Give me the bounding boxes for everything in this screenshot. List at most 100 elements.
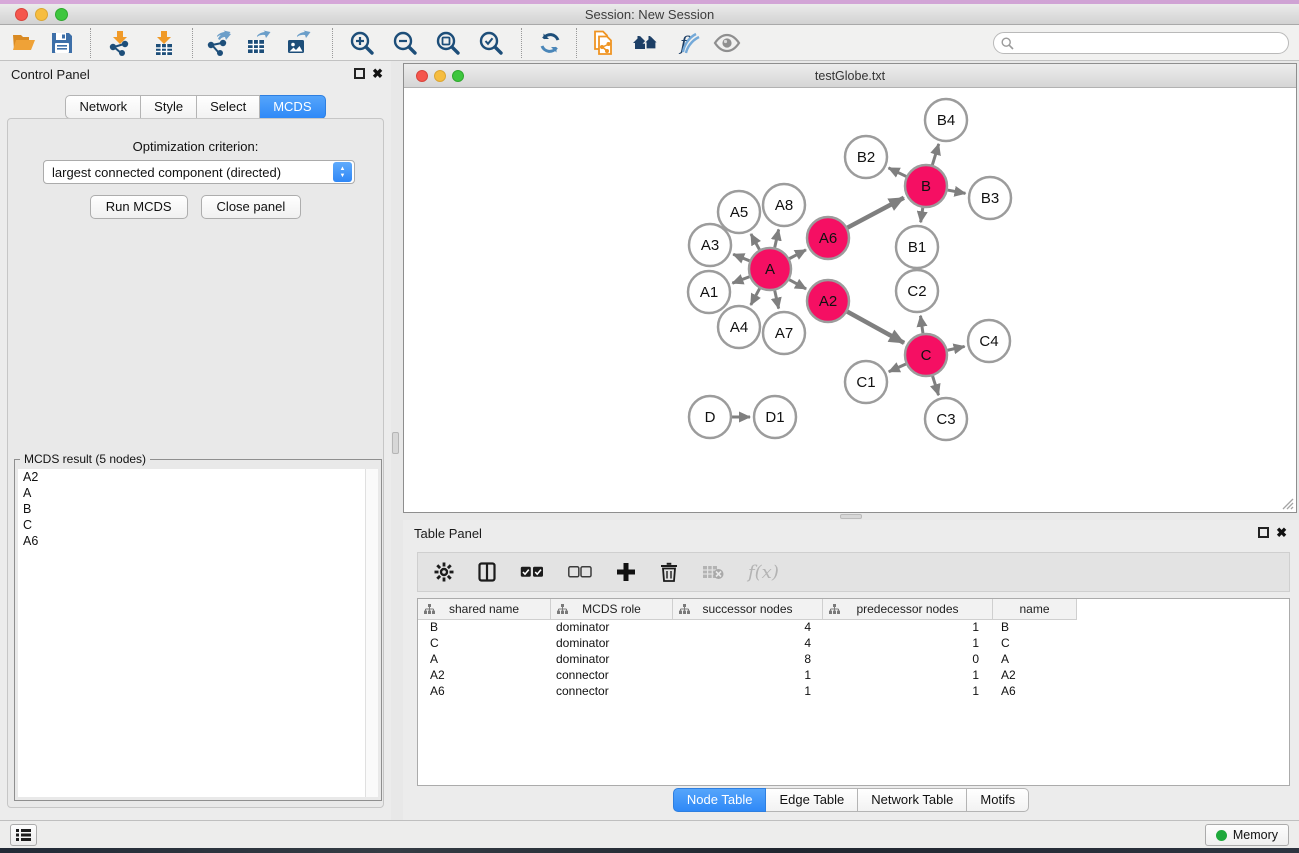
table-cell[interactable]: 0 <box>823 652 993 668</box>
edge-B-B2[interactable] <box>889 168 907 177</box>
table-cell[interactable]: 1 <box>823 636 993 652</box>
edge-B-B1[interactable] <box>921 208 923 223</box>
table-cell[interactable]: dominator <box>551 620 673 636</box>
edge-B-B3[interactable] <box>948 190 966 193</box>
edge-A-A2[interactable] <box>789 280 806 289</box>
memory-button[interactable]: Memory <box>1205 824 1289 846</box>
table-row[interactable]: Adominator80A <box>418 652 1289 668</box>
zoom-in-icon[interactable] <box>348 29 376 57</box>
save-session-icon[interactable] <box>48 29 76 57</box>
table-cell[interactable]: C <box>993 636 1077 652</box>
column-header-MCDS-role[interactable]: MCDS role <box>551 599 673 620</box>
table-cell[interactable]: A6 <box>993 684 1077 700</box>
table-cell[interactable]: 1 <box>673 684 823 700</box>
edge-C-C1[interactable] <box>889 364 906 372</box>
column-header-predecessor-nodes[interactable]: predecessor nodes <box>823 599 993 620</box>
column-header-shared-name[interactable]: shared name <box>418 599 551 620</box>
table-row[interactable]: A2connector11A2 <box>418 668 1289 684</box>
table-cell[interactable]: 1 <box>823 684 993 700</box>
deselect-all-icon[interactable] <box>568 559 592 585</box>
result-list-item[interactable]: A6 <box>18 533 378 549</box>
table-cell[interactable]: 8 <box>673 652 823 668</box>
import-network-icon[interactable] <box>106 29 134 57</box>
edge-A-A7[interactable] <box>775 290 779 308</box>
column-visibility-icon[interactable] <box>478 559 496 585</box>
toggle-visibility-icon[interactable] <box>713 29 741 57</box>
table-cell[interactable]: 4 <box>673 636 823 652</box>
tab-motifs[interactable]: Motifs <box>967 788 1029 812</box>
zoom-out-icon[interactable] <box>391 29 419 57</box>
edge-C-C2[interactable] <box>920 316 922 333</box>
tab-node-table[interactable]: Node Table <box>673 788 767 812</box>
close-table-panel-icon[interactable]: ✖ <box>1276 525 1287 541</box>
result-list-item[interactable]: C <box>18 517 378 533</box>
edge-A-A5[interactable] <box>751 234 760 250</box>
table-cell[interactable]: connector <box>551 668 673 684</box>
open-session-icon[interactable] <box>10 29 38 57</box>
edge-A-A6[interactable] <box>789 250 806 259</box>
table-cell[interactable]: A <box>418 652 551 668</box>
vertical-divider-handle[interactable] <box>392 432 399 454</box>
select-all-icon[interactable] <box>520 559 544 585</box>
column-header-name[interactable]: name <box>993 599 1077 620</box>
table-cell[interactable]: 1 <box>673 668 823 684</box>
run-mcds-button[interactable]: Run MCDS <box>90 195 188 219</box>
tab-network[interactable]: Network <box>65 95 141 119</box>
node-table[interactable]: shared nameMCDS rolesuccessor nodesprede… <box>417 598 1290 786</box>
table-cell[interactable]: connector <box>551 684 673 700</box>
result-list-item[interactable]: A <box>18 485 378 501</box>
tab-mcds[interactable]: MCDS <box>260 95 325 119</box>
edge-B-B4[interactable] <box>932 144 938 165</box>
show-networks-icon[interactable] <box>632 29 660 57</box>
zoom-fit-icon[interactable] <box>434 29 462 57</box>
table-cell[interactable]: 1 <box>823 620 993 636</box>
function-builder-icon[interactable]: f(x) <box>748 559 779 585</box>
edge-A-A3[interactable] <box>733 254 749 261</box>
network-window-titlebar[interactable]: testGlobe.txt <box>404 64 1296 88</box>
table-row[interactable]: Bdominator41B <box>418 620 1289 636</box>
table-cell[interactable]: B <box>993 620 1077 636</box>
result-scrollbar[interactable] <box>365 469 378 797</box>
edge-A-A1[interactable] <box>732 277 749 283</box>
tab-edge-table[interactable]: Edge Table <box>766 788 858 812</box>
delete-column-icon[interactable] <box>660 559 678 585</box>
close-panel-icon[interactable]: ✖ <box>372 66 383 82</box>
table-cell[interactable]: C <box>418 636 551 652</box>
float-table-panel-icon[interactable] <box>1258 527 1269 538</box>
edge-A-A8[interactable] <box>775 229 779 247</box>
edge-C-C4[interactable] <box>947 346 964 350</box>
delete-table-icon[interactable] <box>702 559 724 585</box>
resize-grip-icon[interactable] <box>1280 496 1294 510</box>
clone-network-icon[interactable] <box>590 29 618 57</box>
table-cell[interactable]: dominator <box>551 636 673 652</box>
edge-C-C3[interactable] <box>933 376 939 395</box>
mcds-result-list[interactable]: A2ABCA6 <box>18 469 378 797</box>
hide-graphics-icon[interactable]: f <box>675 29 703 57</box>
search-field[interactable] <box>993 32 1289 54</box>
table-row[interactable]: Cdominator41C <box>418 636 1289 652</box>
horizontal-divider-handle[interactable] <box>840 514 862 519</box>
task-history-button[interactable] <box>10 824 37 846</box>
float-panel-icon[interactable] <box>354 68 365 79</box>
import-table-icon[interactable] <box>150 29 178 57</box>
export-network-icon[interactable] <box>204 29 232 57</box>
table-row[interactable]: A6connector11A6 <box>418 684 1289 700</box>
result-list-item[interactable]: A2 <box>18 469 378 485</box>
table-cell[interactable]: A2 <box>418 668 551 684</box>
table-cell[interactable]: B <box>418 620 551 636</box>
table-cell[interactable]: 1 <box>823 668 993 684</box>
search-input[interactable] <box>1018 34 1288 52</box>
tab-style[interactable]: Style <box>141 95 197 119</box>
edge-A6-B[interactable] <box>847 198 903 228</box>
criterion-dropdown[interactable]: largest connected component (directed) ▲… <box>43 160 355 184</box>
edge-A-A4[interactable] <box>751 288 760 305</box>
edge-A2-C[interactable] <box>847 312 904 343</box>
column-header-successor-nodes[interactable]: successor nodes <box>673 599 823 620</box>
tab-select[interactable]: Select <box>197 95 260 119</box>
zoom-selected-icon[interactable] <box>477 29 505 57</box>
network-canvas[interactable]: B4B2BB3A5A8A6B1A3AC2A1A2A4A7C4CC1C3DD1 <box>404 88 1296 512</box>
table-cell[interactable]: A2 <box>993 668 1077 684</box>
export-table-icon[interactable] <box>244 29 272 57</box>
table-cell[interactable]: dominator <box>551 652 673 668</box>
refresh-icon[interactable] <box>536 29 564 57</box>
